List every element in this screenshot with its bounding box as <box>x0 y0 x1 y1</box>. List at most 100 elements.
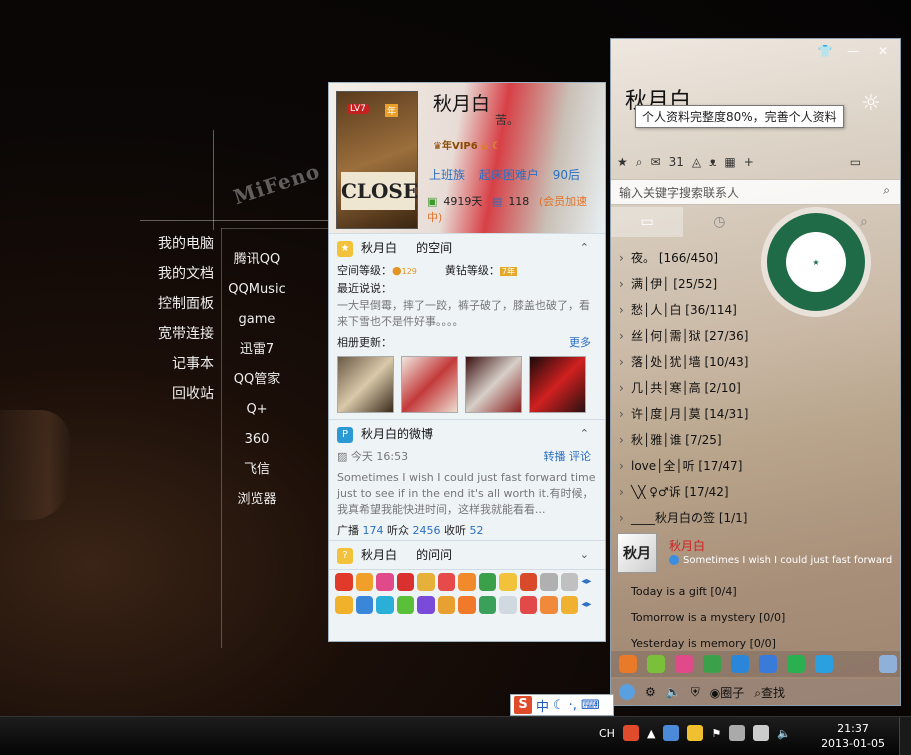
service-icon[interactable] <box>396 572 415 591</box>
contact-group-expanded[interactable]: ____秋月白の签 [1/1] <box>617 505 887 531</box>
browser-icon[interactable] <box>731 655 749 673</box>
space-section-title[interactable]: ★ 秋月白 的空间 ⌃ <box>337 234 597 262</box>
service-icon[interactable] <box>540 596 558 614</box>
listening-count[interactable]: 52 <box>470 524 484 537</box>
scroll-arrows-icon[interactable]: ◂▸ <box>581 596 599 614</box>
volume-icon[interactable]: 🔈 <box>777 727 791 740</box>
tab-contacts-icon[interactable]: ▭ <box>611 207 684 237</box>
service-icon[interactable] <box>376 596 394 614</box>
collapse-icon[interactable]: ⌃ <box>580 234 589 262</box>
shortcut-browser[interactable]: 浏览器 <box>225 490 289 520</box>
chat-app-icon[interactable] <box>815 655 833 673</box>
shortcut-recycle-bin[interactable]: 回收站 <box>150 384 214 414</box>
shortcut-qplus[interactable]: Q+ <box>225 400 289 430</box>
shortcut-game[interactable]: game <box>225 310 289 340</box>
circle-button[interactable]: ◉圈子 <box>710 684 745 701</box>
service-icon[interactable] <box>335 572 353 591</box>
service-icon[interactable] <box>499 596 517 614</box>
add-icon[interactable]: + <box>744 155 754 170</box>
service-icon[interactable] <box>437 572 456 591</box>
show-desktop-button[interactable] <box>899 717 911 755</box>
contact-group[interactable]: 满│伊│ [25/52] <box>617 271 887 297</box>
mood-group[interactable]: Yesterday is memory [0/0] <box>631 637 881 649</box>
listeners-count[interactable]: 2456 <box>413 524 441 537</box>
video-icon[interactable] <box>787 655 805 673</box>
security-icon[interactable] <box>703 655 721 673</box>
contact-group[interactable]: ╲╳ ♀♂诉 [17/42] <box>617 479 887 505</box>
expand-icon[interactable]: ⌄ <box>580 541 589 569</box>
profile-avatar[interactable]: LV7 年 CLOSE <box>336 91 418 229</box>
keyboard-icon[interactable]: ⌨ <box>581 698 600 713</box>
contact-group[interactable]: 丝│何│需│狱 [27/36] <box>617 323 887 349</box>
qq-show-icon[interactable] <box>619 655 637 673</box>
tray-app-icon[interactable] <box>663 725 680 741</box>
comment-link[interactable]: 评论 <box>569 450 591 463</box>
contact-group[interactable]: 夜。 [166/450] <box>617 245 887 271</box>
service-icon[interactable] <box>458 596 476 614</box>
service-icon[interactable] <box>499 572 517 591</box>
shortcut-qqmusic[interactable]: QQMusic <box>225 280 289 310</box>
service-icon[interactable] <box>437 596 456 614</box>
shortcut-qq[interactable]: 腾讯QQ <box>225 250 289 280</box>
minimize-icon[interactable]: — <box>843 43 863 59</box>
tag-item[interactable]: 上班族 <box>429 168 465 182</box>
service-icon[interactable] <box>417 572 435 591</box>
service-icon[interactable] <box>519 572 538 591</box>
clock[interactable]: 21:37 2013-01-05 <box>821 721 885 751</box>
contact-group[interactable]: 落│处│犹│墙 [10/43] <box>617 349 887 375</box>
vip-badge[interactable]: ♛年VIP6 ⌂ ☾ <box>433 137 501 152</box>
shortcut-notepad[interactable]: 记事本 <box>150 354 214 384</box>
album-more-link[interactable]: 更多 <box>569 334 591 352</box>
service-icon[interactable] <box>478 572 497 591</box>
app-grid-icon[interactable] <box>879 655 897 673</box>
mail-count[interactable]: 31 <box>669 155 684 170</box>
service-icon[interactable] <box>519 596 538 614</box>
contact-group[interactable]: 秋│雅│谁 [7/25] <box>617 427 887 453</box>
pet-icon[interactable]: ᴥ <box>709 155 716 170</box>
flag-icon[interactable]: ⚑ <box>711 727 721 740</box>
contact-group[interactable]: love│全│听 [17/47] <box>617 453 887 479</box>
shortcut-my-documents[interactable]: 我的文档 <box>150 264 214 294</box>
qq-tray-icon[interactable] <box>687 725 704 741</box>
service-icon[interactable] <box>560 596 579 614</box>
album-photo[interactable] <box>465 356 522 413</box>
service-icon[interactable] <box>355 572 374 591</box>
collapse-icon[interactable]: ⌃ <box>580 420 589 448</box>
language-indicator[interactable]: CH <box>599 727 615 740</box>
shortcut-xunlei[interactable]: 迅雷7 <box>225 340 289 370</box>
half-width-icon[interactable]: ☾ <box>553 698 565 713</box>
bag-icon[interactable]: ◬ <box>692 155 701 170</box>
service-icon[interactable] <box>560 572 579 591</box>
contact-group[interactable]: 愁│人│白 [36/114] <box>617 297 887 323</box>
message-box-icon[interactable]: ▭ <box>850 155 861 170</box>
album-photo[interactable] <box>529 356 586 413</box>
remote-icon[interactable] <box>759 655 777 673</box>
mail-icon[interactable]: ✉ <box>651 155 661 170</box>
album-photo[interactable] <box>337 356 394 413</box>
search-icon[interactable]: ⌕ <box>636 155 643 170</box>
repost-link[interactable]: 转播 <box>544 450 566 463</box>
contact-item[interactable]: 秋月 秋月白 Sometimes I wish I could just fas… <box>617 533 892 577</box>
shortcut-fetion[interactable]: 飞信 <box>225 460 289 490</box>
search-icon[interactable]: ⌕ <box>883 183 890 198</box>
shortcut-control-panel[interactable]: 控制面板 <box>150 294 214 324</box>
mood-group[interactable]: Today is a gift [0/4] <box>631 585 881 598</box>
shortcut-broadband[interactable]: 宽带连接 <box>150 324 214 354</box>
contact-group[interactable]: 几│共│寒│高 [2/10] <box>617 375 887 401</box>
service-icon[interactable] <box>376 572 394 591</box>
service-icon[interactable] <box>355 596 374 614</box>
tray-expand-icon[interactable]: ▲ <box>647 727 655 740</box>
weather-icon[interactable]: ☼ <box>861 91 881 116</box>
mood-group[interactable]: Tomorrow is a mystery [0/0] <box>631 611 881 624</box>
service-icon[interactable] <box>478 596 497 614</box>
pink-app-icon[interactable] <box>675 655 693 673</box>
broadcast-count[interactable]: 174 <box>363 524 384 537</box>
service-icon[interactable] <box>540 572 558 591</box>
game-icon[interactable] <box>647 655 665 673</box>
ime-mode[interactable]: 中 <box>536 696 549 715</box>
settings-icon[interactable]: ⚙ <box>645 685 656 699</box>
contact-group[interactable]: 许│度│月│莫 [14/31] <box>617 401 887 427</box>
tag-item[interactable]: 90后 <box>553 168 580 182</box>
shortcut-360[interactable]: 360 <box>225 430 289 460</box>
close-icon[interactable]: ✕ <box>873 43 893 59</box>
